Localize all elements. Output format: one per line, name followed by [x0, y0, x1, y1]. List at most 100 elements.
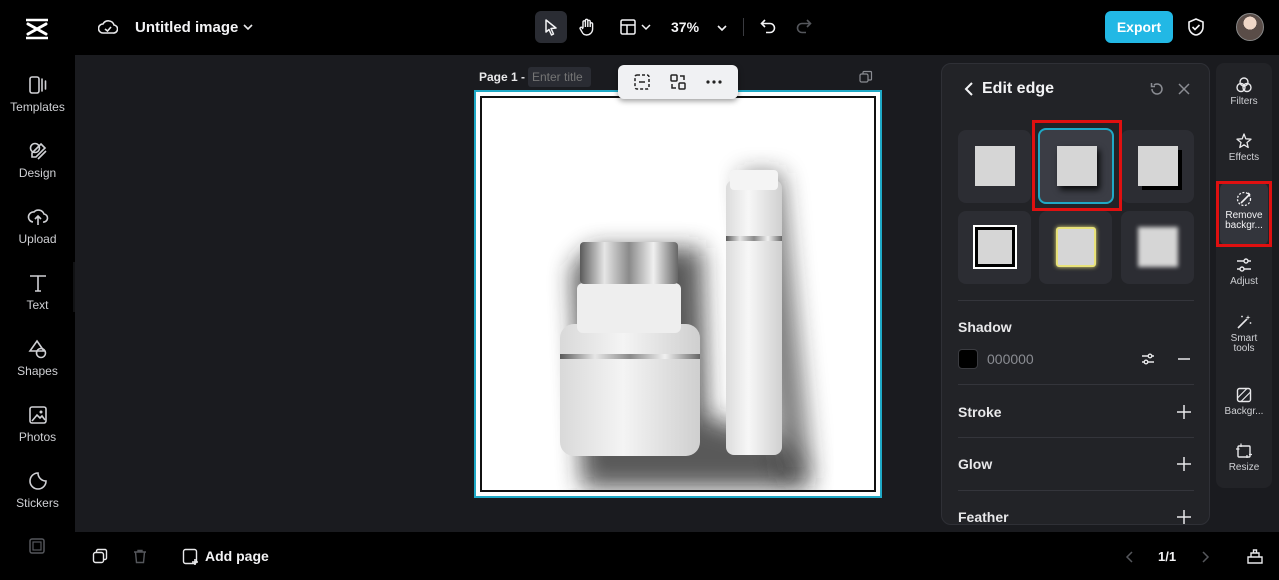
next-page-icon[interactable]	[1200, 550, 1210, 564]
tool-label: Remove backgr...	[1225, 210, 1263, 231]
capcut-logo-icon[interactable]	[22, 14, 52, 44]
adjust-icon	[1237, 258, 1251, 272]
shadow-color-swatch[interactable]	[958, 349, 978, 369]
page-canvas[interactable]	[474, 90, 882, 498]
nav-text[interactable]: Text	[0, 272, 75, 312]
smart-tools-icon	[1237, 315, 1252, 329]
select-area-icon[interactable]	[632, 72, 652, 92]
undo-icon[interactable]	[759, 17, 777, 35]
divider	[958, 437, 1194, 438]
add-glow-icon[interactable]	[1176, 456, 1192, 472]
add-stroke-icon[interactable]	[1176, 404, 1192, 420]
tool-label: Adjust	[1230, 276, 1258, 287]
tool-label: Smart tools	[1230, 333, 1258, 354]
tool-label: Backgr...	[1224, 406, 1264, 417]
add-feather-icon[interactable]	[1176, 509, 1192, 525]
tool-effects[interactable]: Effects	[1216, 132, 1272, 163]
text-icon	[29, 275, 46, 292]
edge-style-none[interactable]	[958, 130, 1031, 203]
nav-stickers[interactable]: Stickers	[0, 470, 75, 510]
layout-icon	[620, 19, 636, 35]
effects-icon	[1236, 133, 1252, 149]
more-options-icon[interactable]	[704, 72, 724, 92]
tool-label: Filters	[1230, 96, 1258, 107]
tool-filters[interactable]: Filters	[1216, 76, 1272, 107]
stickers-icon	[28, 472, 47, 490]
divider	[958, 490, 1194, 491]
bottom-bar: Add page 1/1	[75, 532, 1279, 580]
nav-upload[interactable]: Upload	[0, 206, 75, 246]
edge-style-hard-shadow[interactable]	[1121, 130, 1194, 203]
more-apps-icon[interactable]	[29, 538, 45, 554]
shadow-settings-icon[interactable]	[1140, 351, 1156, 367]
product-photo	[560, 170, 812, 488]
edge-preview	[1138, 146, 1178, 186]
tool-remove-background[interactable]: Remove backgr...	[1220, 183, 1268, 245]
document-title[interactable]: Untitled image	[135, 19, 238, 36]
shadow-label: Shadow	[958, 319, 1012, 335]
panel-title: Edit edge	[982, 80, 1055, 97]
feather-label: Feather	[958, 509, 1009, 525]
pages-panel-icon[interactable]	[1246, 547, 1264, 565]
reset-icon[interactable]	[1149, 81, 1165, 97]
page-title-input[interactable]	[528, 67, 591, 87]
tool-label: Resize	[1228, 462, 1260, 473]
edge-style-shadow[interactable]	[1038, 128, 1114, 204]
edge-style-glow[interactable]	[1039, 211, 1112, 284]
replace-icon[interactable]	[668, 72, 688, 92]
duplicate-page-icon[interactable]	[859, 70, 873, 84]
add-page-button[interactable]: Add page	[205, 548, 269, 564]
nav-photos[interactable]: Photos	[0, 404, 75, 444]
divider	[958, 300, 1194, 301]
glow-label: Glow	[958, 456, 993, 472]
add-page-icon[interactable]	[182, 548, 200, 566]
edge-style-feather[interactable]	[1121, 211, 1194, 284]
tool-smart-tools[interactable]: Smart tools	[1216, 313, 1272, 354]
page-counter: 1/1	[1158, 549, 1177, 564]
edit-edge-panel: Edit edge Shadow 000000 Stroke Glow Feat…	[941, 63, 1210, 525]
resize-icon	[1236, 443, 1252, 458]
filters-icon	[1236, 77, 1252, 93]
select-tool-button[interactable]	[535, 11, 567, 43]
redo-icon[interactable]	[795, 17, 813, 35]
shadow-color-hex[interactable]: 000000	[987, 351, 1034, 367]
edge-style-stroke[interactable]	[958, 211, 1031, 284]
close-icon[interactable]	[1176, 81, 1192, 97]
shield-icon[interactable]	[1186, 17, 1206, 37]
hand-tool-button[interactable]	[571, 11, 603, 43]
page-label: Page 1 -	[479, 70, 526, 84]
zoom-chevron-down-icon[interactable]	[716, 22, 728, 34]
nav-design[interactable]: Design	[0, 140, 75, 180]
layers-icon[interactable]	[92, 548, 108, 564]
background-icon	[1236, 387, 1252, 403]
chevron-down-icon[interactable]	[242, 21, 254, 33]
previous-page-icon[interactable]	[1125, 550, 1135, 564]
stroke-label: Stroke	[958, 404, 1002, 420]
tool-background[interactable]: Backgr...	[1216, 386, 1272, 417]
tool-resize[interactable]: Resize	[1216, 442, 1272, 473]
user-avatar[interactable]	[1236, 13, 1264, 41]
upload-icon	[27, 209, 48, 225]
nav-label: Templates	[10, 100, 65, 114]
top-bar: Untitled image 37% Export	[75, 0, 1279, 55]
nav-label: Text	[26, 298, 49, 312]
tool-adjust[interactable]: Adjust	[1216, 256, 1272, 287]
zoom-level[interactable]: 37%	[671, 19, 699, 35]
shapes-icon	[27, 339, 46, 359]
edge-preview	[975, 146, 1015, 186]
back-chevron-icon[interactable]	[962, 81, 976, 97]
nav-label: Shapes	[17, 364, 58, 378]
nav-label: Upload	[18, 232, 57, 246]
product-image[interactable]	[480, 96, 876, 492]
photos-icon	[28, 406, 47, 424]
trash-icon[interactable]	[132, 548, 148, 564]
export-button[interactable]: Export	[1105, 11, 1173, 43]
nav-shapes[interactable]: Shapes	[0, 338, 75, 378]
edge-preview	[973, 225, 1017, 269]
remove-background-icon	[1236, 191, 1252, 207]
floating-toolbar	[618, 65, 738, 99]
remove-shadow-icon[interactable]	[1176, 351, 1192, 367]
nav-templates[interactable]: Templates	[0, 74, 75, 114]
layout-menu-button[interactable]	[615, 11, 655, 43]
cloud-sync-icon[interactable]	[98, 18, 118, 36]
